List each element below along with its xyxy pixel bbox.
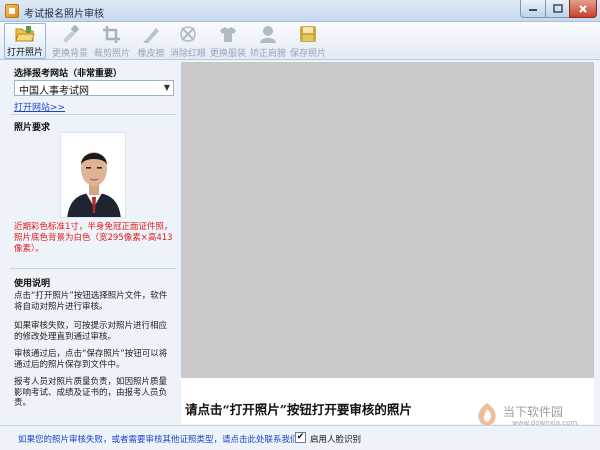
toolbar: 打开照片 更换背景 裁剪照片 橡皮擦 消除红眼 更换服装 矫正肩膀 保存照片 [0,22,600,60]
minimize-button[interactable] [520,0,546,18]
help-paragraph: 如果审核失败，可按提示对照片进行相应的修改处理直到通过审核。 [14,321,168,342]
toolbar-label: 橡皮擦 [137,49,165,59]
change-background-button[interactable]: 更换背景 [50,23,90,59]
check-icon: ✔ [296,432,305,442]
red-eye-icon [178,24,198,44]
toolbar-label: 更换背景 [51,49,88,59]
divider [10,114,176,115]
chevron-down-icon: ▼ [163,83,170,92]
toolbar-label: 打开照片 [6,48,43,58]
app-icon [5,4,19,18]
divider [10,268,176,269]
eraser-button[interactable]: 橡皮擦 [134,23,168,59]
selected-site: 中国人事考试网 [19,86,89,97]
help-section-title: 使用说明 [14,279,51,289]
help-paragraph: 报考人员对照片质量负责，如因照片质量影响考试、成绩及证书的，由报考人员负责。 [14,377,168,408]
remove-red-eye-button[interactable]: 消除红眼 [168,23,208,59]
eraser-pen-icon [141,24,161,44]
contact-us-link[interactable]: 如果您的照片审核失败，或者需要审核其他证照类型，请点击此处联系我们 [18,433,299,445]
maximize-button[interactable] [545,0,570,18]
toolbar-label: 矫正肩膀 [249,49,286,59]
open-photo-button[interactable]: 打开照片 [4,23,46,59]
help-paragraph: 点击“打开照片”按钮选择照片文件，软件将自动对照片进行审核。 [14,291,168,312]
toolbar-label: 消除红眼 [169,49,206,59]
open-photo-hint: 请点击“打开照片”按钮打开要审核的照片 [185,402,412,417]
title-bar: 考试报名照片审核 [0,0,600,22]
watermark-text: 当下软件园 [503,405,564,419]
brush-icon [60,24,80,44]
shoulder-icon [258,24,278,44]
close-icon [579,4,587,13]
photo-section-title: 照片要求 [14,123,51,133]
maximize-icon [552,4,563,13]
correct-shoulders-button[interactable]: 矫正肩膀 [248,23,288,59]
save-disk-icon [298,24,318,44]
toolbar-label: 保存照片 [289,49,326,59]
clothes-icon [218,24,238,44]
open-website-link[interactable]: 打开网站>> [14,100,65,113]
save-photo-button[interactable]: 保存照片 [288,23,328,59]
face-recognition-label: 启用人脸识别 [310,435,362,445]
crop-icon [102,24,122,44]
site-section-title: 选择报考网站（非常重要） [14,69,123,79]
folder-open-icon [15,25,35,43]
close-button[interactable] [569,0,597,18]
help-paragraph: 审核通过后，点击“保存照片”按钮可以将通过后的照片保存到文件中。 [14,349,168,370]
left-panel: 选择报考网站（非常重要） 中国人事考试网 ▼ 打开网站>> 照片要求 近期彩色标… [10,62,176,424]
exam-site-select[interactable]: 中国人事考试网 ▼ [14,80,174,97]
status-bar: 如果您的照片审核失败，或者需要审核其他证照类型，请点击此处联系我们 ✔ 启用人脸… [0,425,600,450]
toolbar-label: 更换服装 [209,49,246,59]
photo-preview-area[interactable] [181,62,594,378]
toolbar-label: 裁剪照片 [93,49,130,59]
face-recognition-checkbox[interactable]: ✔ [295,432,306,443]
minimize-icon [529,8,537,11]
photo-requirement-text: 近期彩色标准1寸，半身免冠正面证件照，照片底色背景为白色（宽295像素×高413… [14,222,173,254]
window-title: 考试报名照片审核 [24,9,104,20]
sample-photo [60,132,126,218]
change-clothes-button[interactable]: 更换服装 [208,23,248,59]
crop-photo-button[interactable]: 裁剪照片 [92,23,132,59]
